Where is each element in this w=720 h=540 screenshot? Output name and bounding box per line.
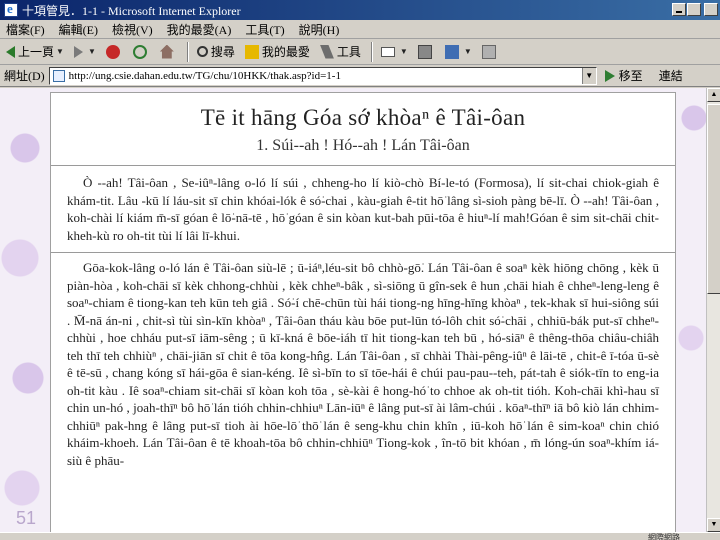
tools-icon [319,44,334,59]
edit-icon [444,44,459,59]
title-bar: 十項管見．1-1 - Microsoft Internet Explorer [0,0,720,20]
vertical-scrollbar[interactable]: ▲ ▼ [706,88,720,532]
security-zone: 網際網路 [648,533,680,540]
toolbar-separator [370,41,373,62]
forward-arrow-icon [73,45,83,58]
refresh-button[interactable] [132,44,150,59]
search-icon [196,46,208,57]
address-bar: 網址(D) http://ung.csie.dahan.edu.tw/TG/ch… [0,65,720,87]
chevron-down-icon[interactable]: ▼ [56,47,64,56]
document-panel: Tē it hāng Góa sớ khòaⁿ ê Tâi-ôan 1. Súi… [50,92,676,532]
paragraph-1: Ò --ah! Tâi-ôan , Se-iûⁿ-lâng o-ló lí sú… [67,175,659,243]
document-subtitle: 1. Súi--ah ! Hó--ah ! Lán Tâi-ôan [256,137,470,154]
slide-number: 51 [16,508,37,528]
toolbar: 上一頁 ▼ ▼ 搜尋 我的最愛 工具 ▼ ▼ [0,39,720,65]
mail-icon [380,46,395,57]
back-label: 上一頁 [18,45,55,59]
favorites-label: 我的最愛 [261,45,310,59]
chevron-down-icon[interactable]: ▼ [464,47,472,56]
document-title: Tē it hāng Góa sớ khòaⁿ ê Tâi-ôan [200,105,526,130]
window-title: 十項管見．1-1 - Microsoft Internet Explorer [22,3,241,18]
scroll-thumb[interactable] [707,104,720,294]
chevron-down-icon[interactable]: ▼ [400,47,408,56]
page-viewport: 51 Tē it hāng Góa sớ khòaⁿ ê Tâi-ôan 1. … [0,88,706,532]
home-icon [159,44,174,59]
menu-help[interactable]: 說明(H) [299,21,340,38]
go-button[interactable]: 移至 [604,67,643,84]
print-button[interactable] [417,44,435,59]
scroll-down-button[interactable]: ▼ [707,518,720,532]
messenger-button[interactable] [481,44,499,59]
home-button[interactable] [159,44,177,59]
forward-button[interactable]: ▼ [73,45,96,58]
go-arrow-icon [604,69,615,82]
menu-view[interactable]: 檢視(V) [112,21,153,38]
search-label: 搜尋 [210,45,235,59]
paragraph-2: Gōa-kok-lâng o-ló lán ê Tâi-ôan siù-lē ;… [51,252,675,477]
status-bar: 網際網路 [0,532,720,540]
maximize-button[interactable] [687,3,701,16]
toolbar-separator [186,41,189,62]
scroll-up-button[interactable]: ▲ [707,88,720,102]
address-url[interactable]: http://ung.csie.dahan.edu.tw/TG/chu/10HK… [69,70,341,82]
chevron-down-icon[interactable]: ▼ [581,67,596,84]
tools-label: 工具 [336,45,361,59]
favorites-button[interactable]: 我的最愛 [244,43,310,60]
go-label: 移至 [618,69,643,83]
mail-button[interactable]: ▼ [380,46,408,57]
menu-tools[interactable]: 工具(T) [245,21,284,38]
print-icon [417,44,432,59]
menu-edit[interactable]: 編輯(E) [59,21,98,38]
stop-button[interactable] [105,44,123,59]
favorites-icon [244,44,259,59]
menu-favorites[interactable]: 我的最愛(A) [167,21,232,38]
minimize-button[interactable] [672,3,686,16]
address-input[interactable]: http://ung.csie.dahan.edu.tw/TG/chu/10HK… [48,66,597,85]
menu-file[interactable]: 檔案(F) [6,21,45,38]
search-button[interactable]: 搜尋 [196,43,235,60]
back-button[interactable]: 上一頁 ▼ [6,43,64,60]
back-arrow-icon [6,45,15,58]
chevron-down-icon[interactable]: ▼ [88,47,96,56]
stop-icon [105,44,120,59]
address-label: 網址(D) [4,69,45,83]
edit-button[interactable]: ▼ [444,44,472,59]
refresh-icon [132,44,147,59]
tools-button[interactable]: 工具 [319,43,361,60]
close-button[interactable] [704,3,718,16]
menu-bar: 檔案(F) 編輯(E) 檢視(V) 我的最愛(A) 工具(T) 說明(H) [0,20,720,39]
messenger-icon [481,44,496,59]
links-button[interactable]: 連結 [659,67,683,84]
page-icon [52,69,65,82]
ie-logo-icon [4,1,18,17]
